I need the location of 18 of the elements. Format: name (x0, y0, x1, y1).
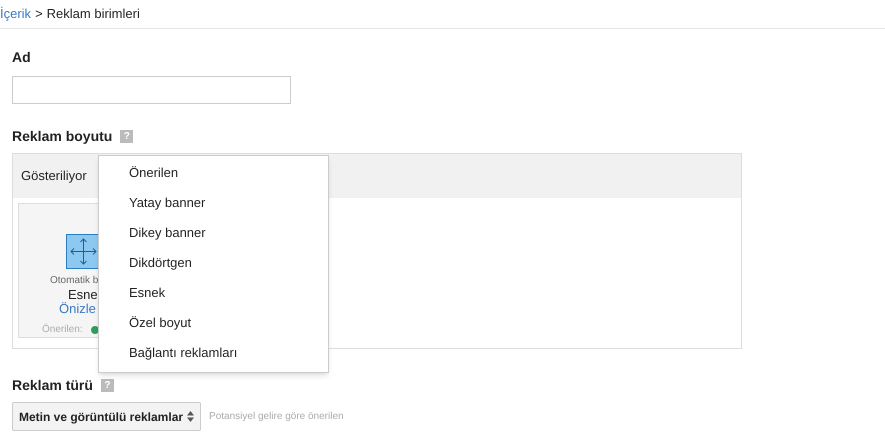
card-title: Esne (68, 288, 98, 302)
name-field[interactable] (12, 76, 291, 104)
section-label: Reklam boyutu (12, 127, 112, 146)
breadcrumb-current: Reklam birimleri (46, 5, 140, 24)
preview-link[interactable]: Önizle (59, 302, 96, 316)
ad-type-select[interactable]: Metin ve görüntülü reklamlar (12, 402, 202, 431)
field-label: Ad (12, 48, 32, 67)
resize-icon (66, 234, 101, 269)
breadcrumb-link[interactable]: İçerik (0, 4, 32, 24)
card-caption: Otomatik b (50, 274, 98, 288)
sort-caret-icon (187, 411, 194, 422)
tab-label: Gösteriliyor (21, 167, 87, 186)
menu-item[interactable]: Önerilen (99, 158, 328, 188)
recommended-label: Önerilen: (42, 322, 83, 337)
breadcrumb-separator: > (35, 5, 43, 24)
hint-text: Potansiyel gelire göre önerilen (209, 410, 344, 424)
menu-item[interactable]: Bağlantı reklamları (99, 338, 328, 368)
section-label: Reklam türü (12, 376, 93, 395)
